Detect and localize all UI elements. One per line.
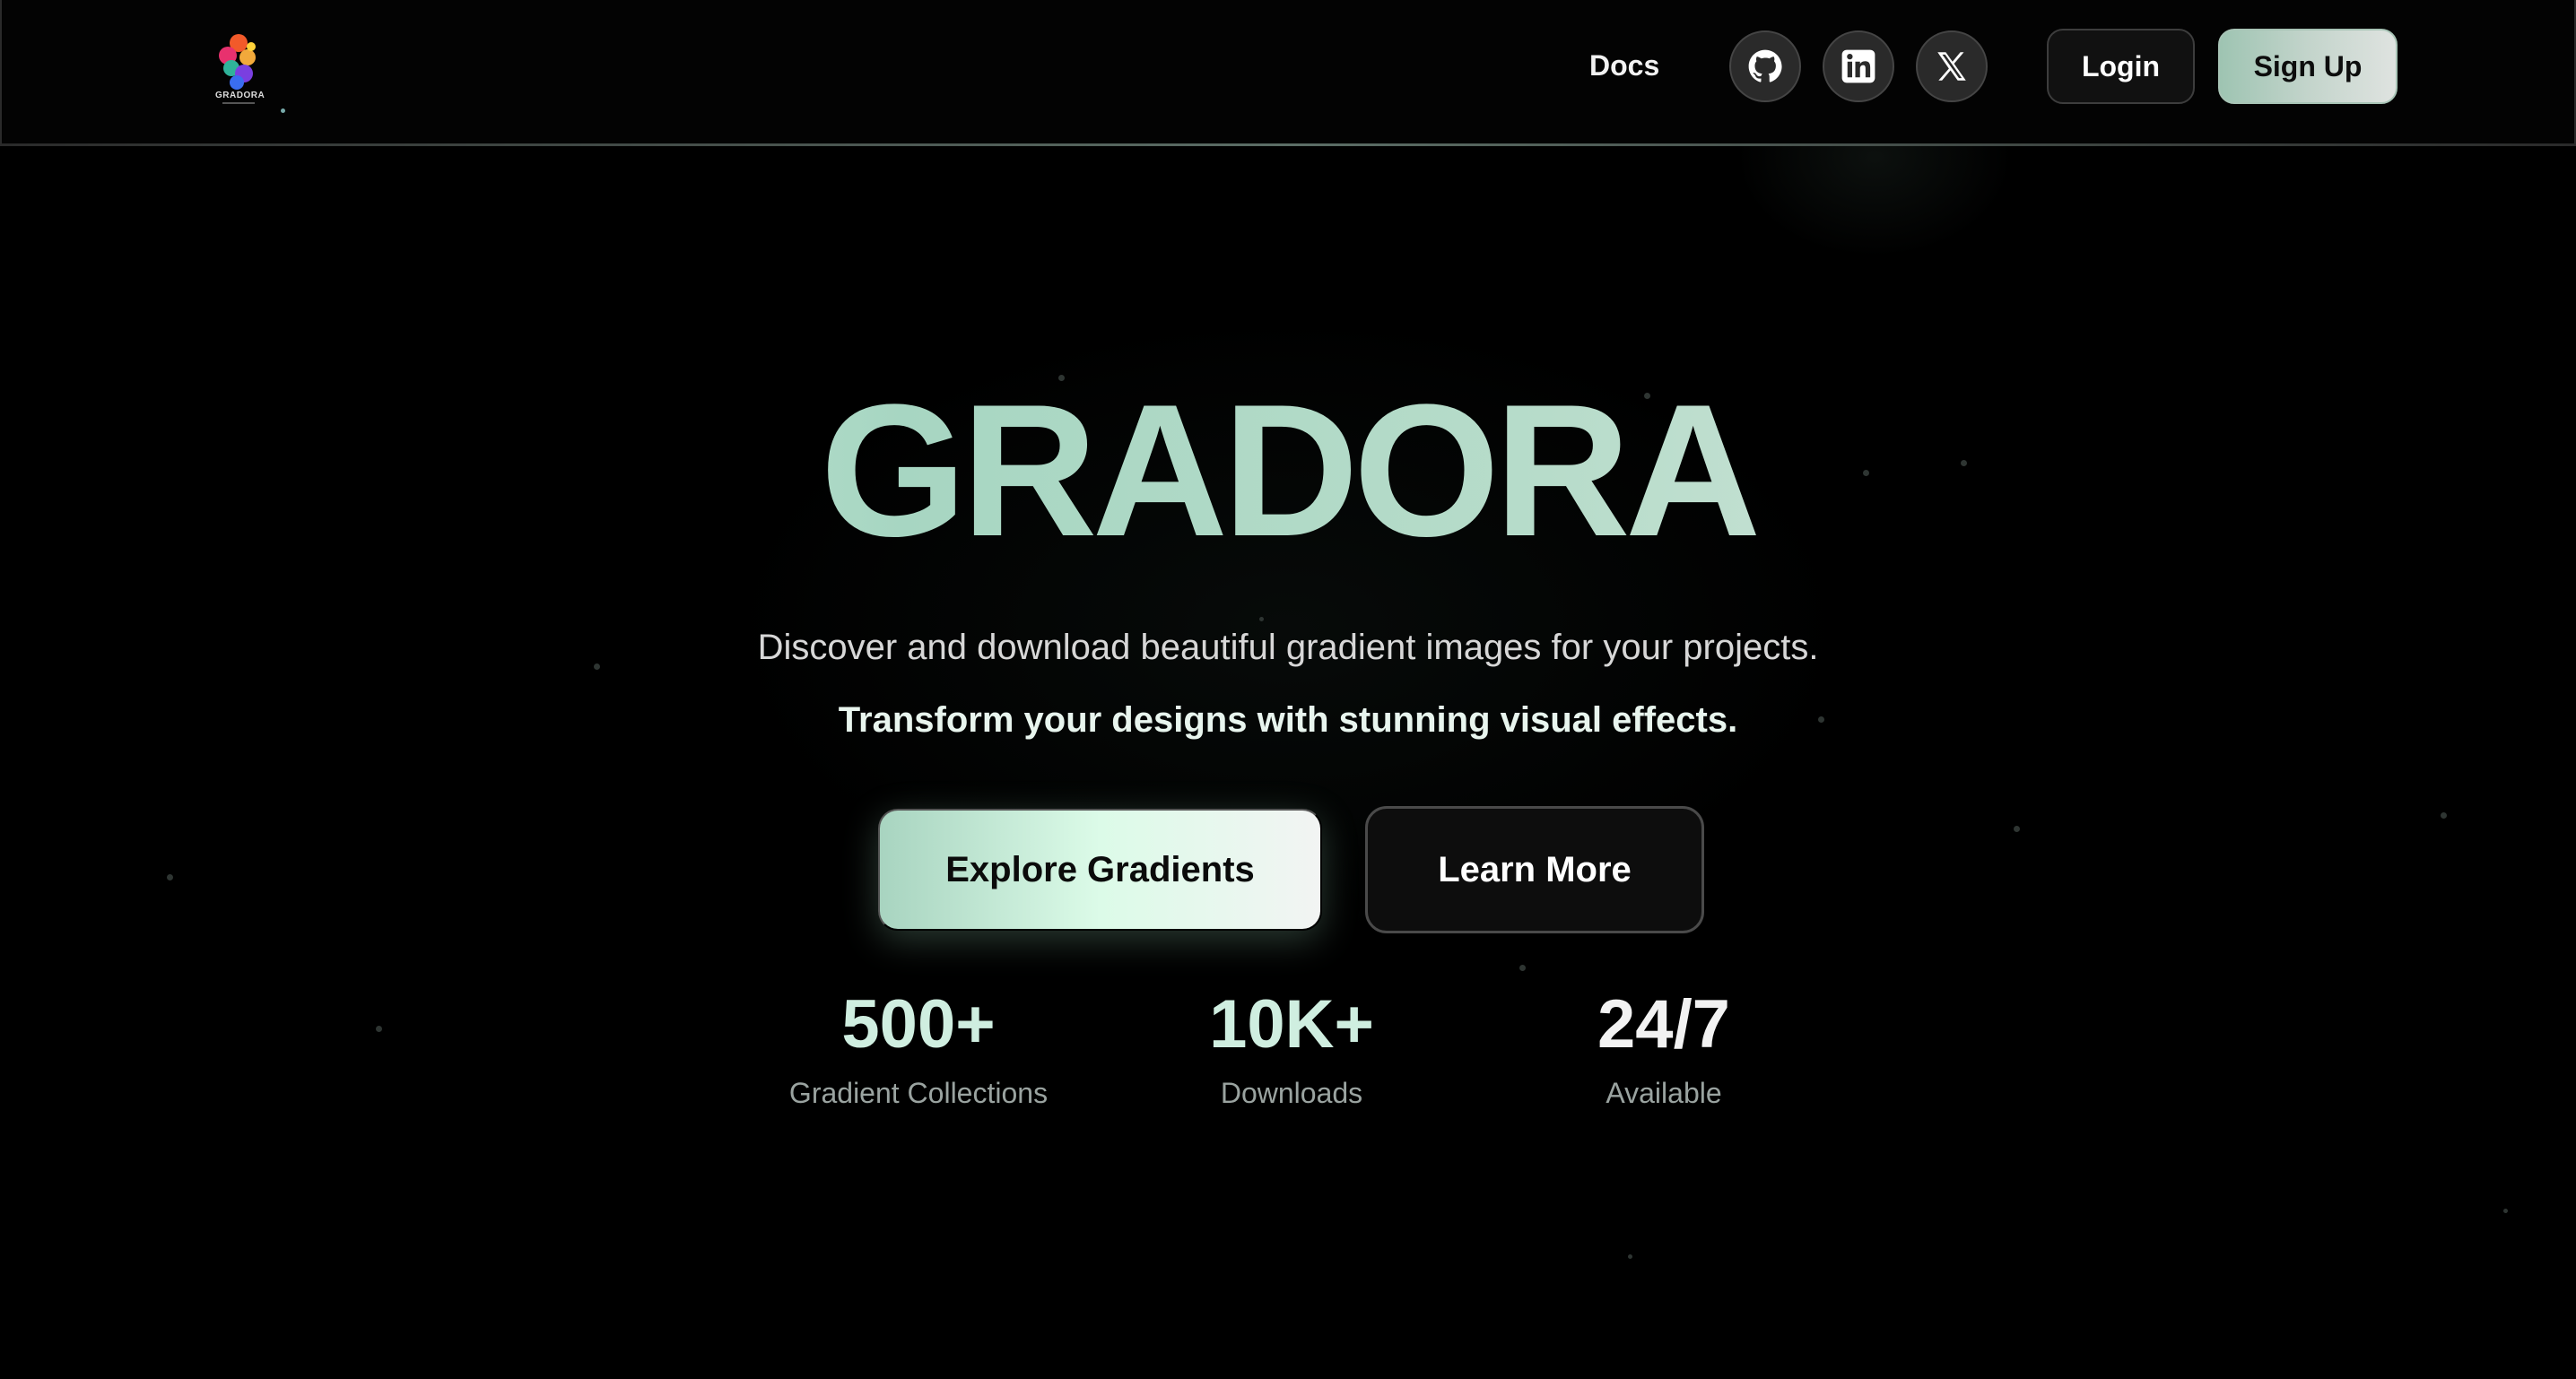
stat-downloads: 10K+ Downloads: [1112, 991, 1471, 1110]
github-button[interactable]: [1729, 30, 1801, 102]
x-icon: [1937, 52, 1966, 81]
stat-label: Available: [1606, 1077, 1722, 1109]
stat-gradient-collections: 500+ Gradient Collections: [739, 991, 1098, 1110]
hero-title: GRADORA: [0, 377, 2576, 565]
stat-value: 10K+: [1209, 986, 1374, 1062]
logo-tagline-bar: [222, 102, 255, 104]
nav-docs-link[interactable]: Docs: [1589, 49, 1659, 82]
linkedin-icon: [1841, 49, 1875, 83]
stat-value: 24/7: [1597, 986, 1730, 1062]
hero-tagline: Transform your designs with stunning vis…: [838, 700, 1738, 740]
signup-button[interactable]: Sign Up: [2218, 29, 2398, 104]
linkedin-button[interactable]: [1823, 30, 1894, 102]
stat-label: Gradient Collections: [788, 1077, 1049, 1109]
explore-gradients-button[interactable]: Explore Gradients: [878, 809, 1322, 931]
stat-value: 500+: [841, 986, 996, 1062]
login-button[interactable]: Login: [2047, 29, 2195, 104]
logo-accent-dot: [281, 108, 285, 113]
stat-label: Downloads: [1220, 1077, 1363, 1109]
navbar-divider: [0, 143, 2576, 146]
top-navbar: GRADORA Docs Login Sign Up: [0, 0, 2576, 146]
hero-subtitle: Discover and download beautiful gradient…: [757, 628, 1819, 667]
stat-available: 24/7 Available: [1484, 991, 1843, 1110]
logo-wordmark: GRADORA: [215, 91, 265, 100]
background-glow: [0, 0, 2576, 1379]
github-icon: [1748, 49, 1782, 82]
x-button[interactable]: [1916, 30, 1988, 102]
learn-more-button[interactable]: Learn More: [1365, 806, 1704, 933]
